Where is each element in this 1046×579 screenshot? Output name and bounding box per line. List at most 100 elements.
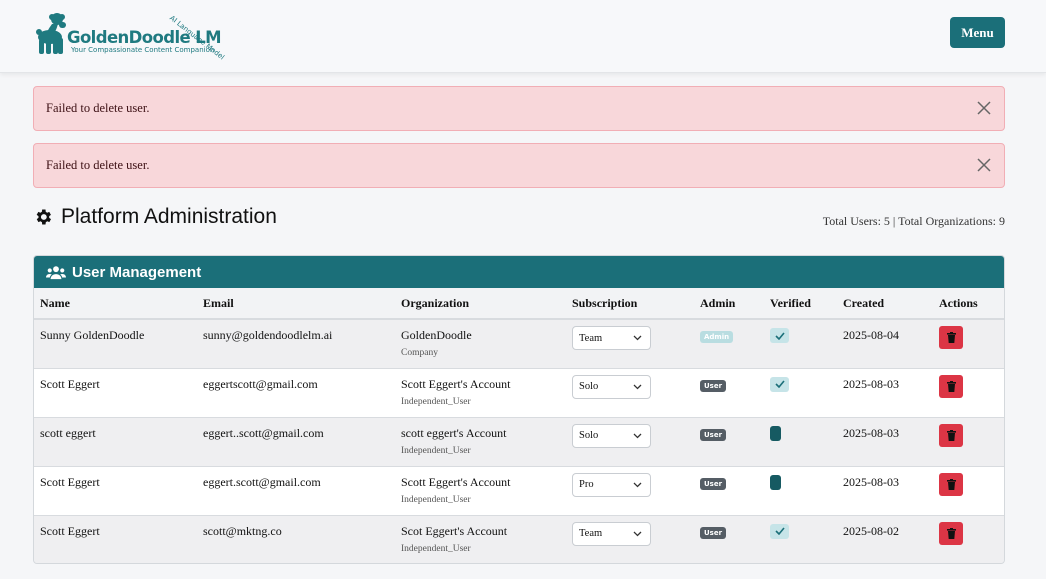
subscription-value: Team — [579, 528, 603, 539]
trash-icon — [946, 478, 956, 490]
verified-cell — [764, 466, 837, 515]
user-organization: Scot Eggert's Account Independent_User — [395, 515, 566, 563]
role-badge: User — [700, 526, 727, 539]
organization-type: Independent_User — [401, 543, 471, 554]
user-name: scott eggert — [40, 425, 96, 440]
verified-check-icon[interactable] — [770, 376, 789, 392]
chevron-down-icon — [633, 384, 642, 389]
user-email: sunny@goldendoodlelm.ai — [203, 328, 333, 342]
role-badge: Admin — [700, 331, 734, 343]
delete-user-button[interactable] — [939, 374, 963, 398]
created-date: 2025-08-03 — [843, 376, 899, 391]
page-title-text: Platform Administration — [61, 205, 277, 228]
verified-check-icon[interactable] — [770, 523, 789, 539]
totals-summary: Total Users: 5 | Total Organizations: 9 — [822, 214, 1005, 228]
subscription-select[interactable]: Pro — [572, 472, 651, 497]
column-header-email[interactable]: Email — [197, 288, 395, 320]
chevron-down-icon — [633, 335, 642, 341]
users-icon — [46, 265, 66, 279]
close-icon[interactable] — [976, 157, 992, 173]
delete-user-button[interactable] — [939, 326, 963, 349]
column-header-admin[interactable]: Admin — [694, 288, 764, 320]
trash-icon — [946, 332, 956, 343]
subscription-select[interactable]: Team — [572, 326, 651, 350]
brand-tagline: Your Compassionate Content Companion — [71, 46, 215, 54]
actions-cell — [933, 466, 1004, 515]
user-name: Scott Eggert — [40, 474, 100, 489]
column-header-created[interactable]: Created — [837, 288, 933, 320]
table-row: Scott Eggert eggert.scott@gmail.com Scott … — [34, 466, 1004, 515]
subscription-cell: Pro — [566, 466, 694, 515]
unverified-toggle[interactable] — [770, 474, 781, 490]
created-date: 2025-08-03 — [843, 474, 899, 489]
table-row: scott eggert eggert..scott@gmail.com scott… — [34, 417, 1004, 466]
admin-cell: User — [694, 417, 764, 466]
table-row: Scott Eggert eggertscott@gmail.com Scott E… — [34, 368, 1004, 417]
error-alert: Failed to delete user. — [33, 86, 1005, 131]
brand-logo[interactable]: GoldenDoodle LM Your Compassionate Conte… — [35, 10, 230, 61]
organization-type: Independent_User — [401, 494, 471, 505]
column-header-name[interactable]: Name — [34, 288, 197, 320]
unverified-toggle[interactable] — [770, 425, 781, 441]
verified-check-icon[interactable] — [770, 328, 789, 343]
verified-cell — [764, 515, 837, 563]
card-title: User Management — [72, 263, 202, 281]
subscription-select[interactable]: Team — [572, 521, 651, 546]
user-name: Scott Eggert — [40, 376, 100, 391]
goldendoodle-dog-icon — [36, 13, 66, 54]
column-header-organization[interactable]: Organization — [395, 288, 566, 320]
admin-cell: Admin — [694, 319, 764, 368]
verified-cell — [764, 319, 837, 368]
column-header-verified[interactable]: Verified — [764, 288, 837, 320]
admin-cell: User — [694, 466, 764, 515]
created-date: 2025-08-04 — [843, 328, 899, 342]
error-alert: Failed to delete user. — [33, 143, 1005, 188]
delete-user-button[interactable] — [939, 521, 963, 545]
admin-cell: User — [694, 515, 764, 563]
actions-cell — [933, 319, 1004, 368]
table-row: Sunny GoldenDoodle sunny@goldendoodlelm.a… — [34, 319, 1004, 368]
alert-message: Failed to delete user. — [46, 101, 150, 115]
subscription-value: Pro — [579, 479, 594, 490]
delete-user-button[interactable] — [939, 423, 963, 447]
top-navbar: GoldenDoodle LM Your Compassionate Conte… — [0, 0, 1046, 73]
column-header-subscription[interactable]: Subscription — [566, 288, 694, 320]
delete-user-button[interactable] — [939, 472, 963, 496]
user-email: eggertscott@gmail.com — [203, 376, 318, 391]
chevron-down-icon — [633, 482, 642, 487]
page-title: Platform Administration — [33, 205, 277, 229]
alert-message: Failed to delete user. — [46, 158, 150, 172]
role-badge: User — [700, 379, 727, 392]
actions-cell — [933, 515, 1004, 563]
menu-button[interactable]: Menu — [950, 17, 1005, 48]
table-row: Scott Eggert scott@mktng.co Scot Eggert's … — [34, 515, 1004, 563]
user-email: scott@mktng.co — [203, 523, 282, 538]
subscription-select[interactable]: Solo — [572, 374, 651, 399]
created-date: 2025-08-03 — [843, 425, 899, 440]
organization-name: scott eggert's Account — [401, 425, 507, 440]
subscription-select[interactable]: Solo — [572, 423, 651, 448]
card-header: User Management — [34, 256, 1004, 288]
user-email: eggert..scott@gmail.com — [203, 425, 324, 440]
column-header-actions: Actions — [933, 288, 1004, 320]
trash-icon — [946, 527, 956, 539]
user-organization: GoldenDoodle Company — [395, 319, 566, 368]
subscription-value: Solo — [579, 430, 599, 441]
organization-type: Independent_User — [401, 396, 471, 407]
close-icon[interactable] — [976, 100, 992, 116]
subscription-value: Solo — [579, 381, 599, 392]
chevron-down-icon — [633, 433, 642, 438]
actions-cell — [933, 368, 1004, 417]
admin-cell: User — [694, 368, 764, 417]
role-badge: User — [700, 428, 727, 441]
subscription-cell: Team — [566, 319, 694, 368]
table-header-row: Name Email Organization Subscription Adm… — [34, 288, 1004, 320]
user-name: Sunny GoldenDoodle — [40, 328, 145, 342]
organization-name: GoldenDoodle — [401, 328, 472, 342]
trash-icon — [946, 380, 956, 392]
user-organization: Scott Eggert's Account Independent_User — [395, 368, 566, 417]
subscription-value: Team — [579, 332, 603, 344]
verified-cell — [764, 368, 837, 417]
user-management-card: User Management Name Email Organization … — [33, 255, 1005, 564]
subscription-cell: Solo — [566, 368, 694, 417]
